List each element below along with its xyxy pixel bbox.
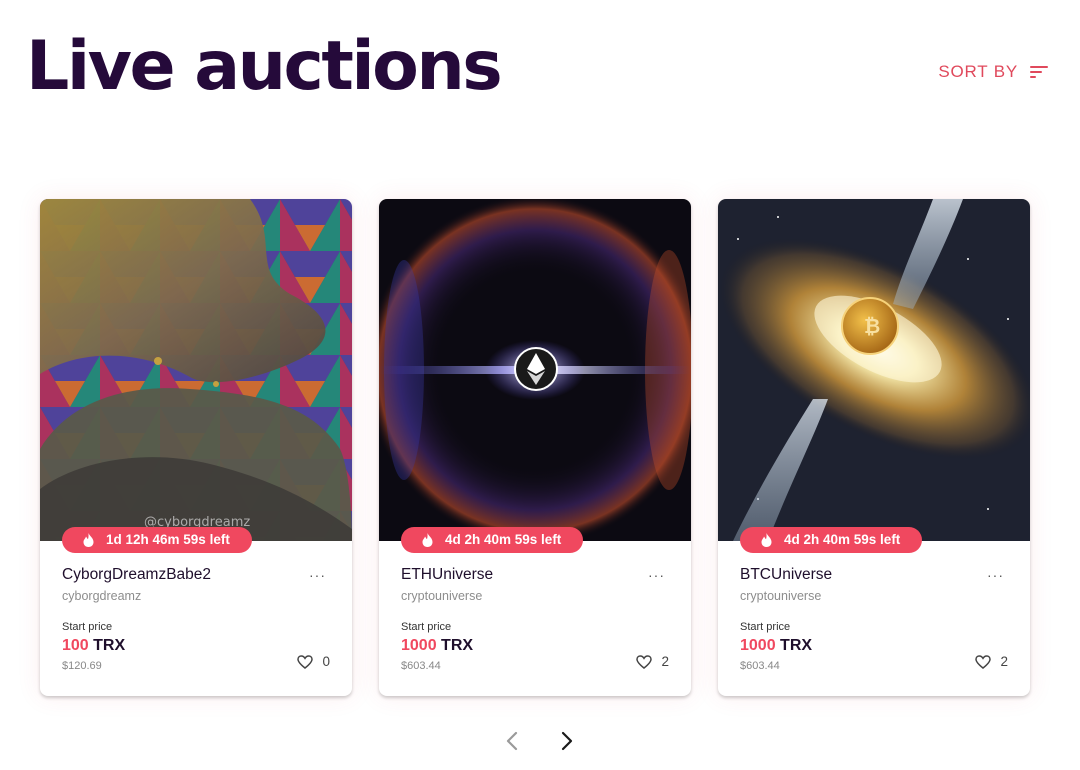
card-owner[interactable]: cyborgdreamz (62, 589, 141, 603)
fire-icon (422, 533, 433, 547)
page-title: Live auctions (26, 27, 503, 106)
card-owner[interactable]: cryptouniverse (740, 589, 821, 603)
like-count: 2 (661, 654, 669, 669)
card-more-menu-icon[interactable]: ··· (309, 568, 326, 582)
auction-card[interactable]: @cyborgdreamz 1d 12h 46m 59s left Cyborg… (40, 199, 352, 696)
nft-image[interactable] (379, 199, 691, 541)
next-page-button[interactable] (557, 730, 577, 752)
sort-by-button[interactable]: SORT BY (938, 62, 1048, 82)
price-label: Start price (401, 621, 452, 633)
like-button[interactable]: 2 (975, 654, 1008, 669)
fire-icon (761, 533, 772, 547)
like-count: 0 (322, 654, 330, 669)
like-button[interactable]: 0 (297, 654, 330, 669)
countdown-text: 4d 2h 40m 59s left (445, 532, 562, 547)
chevron-left-icon (506, 731, 518, 751)
card-title[interactable]: CyborgDreamzBabe2 (62, 566, 211, 584)
card-owner[interactable]: cryptouniverse (401, 589, 482, 603)
price-amount: 1000 (401, 637, 437, 654)
fire-icon (83, 533, 94, 547)
price-usd: $603.44 (740, 660, 780, 672)
card-more-menu-icon[interactable]: ··· (987, 568, 1004, 582)
like-count: 2 (1000, 654, 1008, 669)
card-title[interactable]: BTCUniverse (740, 566, 832, 584)
card-title[interactable]: ETHUniverse (401, 566, 493, 584)
price: 100 TRX (62, 637, 125, 655)
auction-card[interactable]: 4d 2h 40m 59s left ETHUniverse ··· crypt… (379, 199, 691, 696)
nft-image[interactable]: @cyborgdreamz (40, 199, 352, 541)
heart-outline-icon (636, 654, 653, 669)
sort-by-label: SORT BY (938, 62, 1018, 81)
sort-lines-icon (1030, 66, 1048, 78)
card-more-menu-icon[interactable]: ··· (648, 568, 665, 582)
nft-image[interactable]: ₿ (718, 199, 1030, 541)
price-label: Start price (62, 621, 113, 633)
auction-card-list: @cyborgdreamz 1d 12h 46m 59s left Cyborg… (40, 199, 1030, 696)
prev-page-button[interactable] (502, 730, 522, 752)
heart-outline-icon (975, 654, 992, 669)
countdown-text: 1d 12h 46m 59s left (106, 532, 230, 547)
price-usd: $120.69 (62, 660, 102, 672)
like-button[interactable]: 2 (636, 654, 669, 669)
countdown-text: 4d 2h 40m 59s left (784, 532, 901, 547)
countdown-badge: 4d 2h 40m 59s left (740, 527, 923, 553)
price-unit: TRX (93, 637, 126, 654)
price-usd: $603.44 (401, 660, 441, 672)
svg-text:₿: ₿ (864, 314, 880, 338)
price: 1000 TRX (401, 637, 473, 655)
chevron-right-icon (561, 731, 573, 751)
price-amount: 100 (62, 637, 89, 654)
countdown-badge: 4d 2h 40m 59s left (401, 527, 584, 553)
price: 1000 TRX (740, 637, 812, 655)
price-label: Start price (740, 621, 791, 633)
price-unit: TRX (441, 637, 474, 654)
price-unit: TRX (780, 637, 813, 654)
price-amount: 1000 (740, 637, 776, 654)
heart-outline-icon (297, 654, 314, 669)
auction-card[interactable]: ₿ 4d 2h 40m 59s left BTCUniverse ··· cry… (718, 199, 1030, 696)
countdown-badge: 1d 12h 46m 59s left (62, 527, 252, 553)
